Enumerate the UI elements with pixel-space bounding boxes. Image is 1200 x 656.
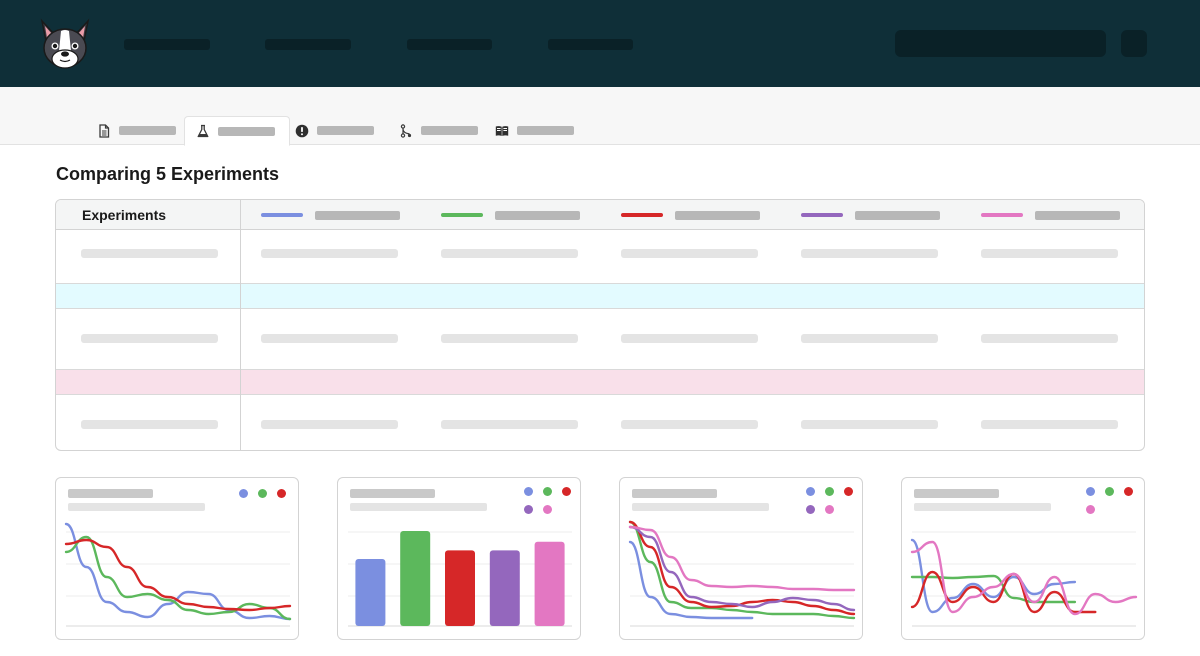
top-nav-bar: [0, 0, 1200, 87]
chart-card-2[interactable]: [337, 477, 581, 640]
page-title: Comparing 5 Experiments: [56, 164, 280, 184]
bar: [534, 541, 565, 626]
table-cell: [981, 249, 1118, 258]
branch-icon: [400, 123, 412, 138]
experiments-header-label: Experiments: [82, 207, 167, 223]
experiment-column-header-5[interactable]: [981, 210, 1120, 220]
experiment-name-2: [495, 210, 580, 220]
dog-logo-icon[interactable]: [36, 17, 94, 71]
table-cell: [621, 249, 758, 258]
table-cell: [81, 334, 218, 343]
experiment-name-3: [675, 210, 760, 220]
table-cell: [621, 420, 758, 429]
table-cell: [81, 420, 218, 429]
chart-card-4[interactable]: [901, 477, 1145, 640]
table-cell: [801, 334, 938, 343]
table-cell: [801, 420, 938, 429]
experiment-color-swatch-2: [441, 213, 483, 217]
bar: [445, 550, 475, 626]
table-cell: [261, 249, 398, 258]
user-menu-button[interactable]: [1121, 30, 1147, 57]
experiment-column-header-1[interactable]: [261, 210, 400, 220]
experiment-color-swatch-4: [801, 213, 843, 217]
chart-card-3[interactable]: [619, 477, 863, 640]
document-icon: [99, 123, 110, 138]
tab-experiments[interactable]: [184, 116, 290, 146]
table-cell: [621, 334, 758, 343]
highlight-row-pink[interactable]: [56, 369, 1144, 395]
line-chart: [910, 531, 1138, 627]
bar: [400, 530, 431, 626]
column-divider: [240, 200, 241, 450]
table-row[interactable]: [56, 230, 1144, 284]
experiment-name-1: [315, 210, 400, 220]
line-chart: [64, 522, 292, 627]
bar-chart: [348, 530, 572, 627]
nav-link-1[interactable]: [124, 39, 210, 50]
table-cell: [81, 249, 218, 258]
tab-strip: [0, 87, 1200, 146]
flask-icon: [197, 124, 209, 138]
tab-branches-label: [421, 126, 478, 135]
table-cell: [261, 334, 398, 343]
tab-experiments-label: [218, 126, 275, 136]
table-cell: [981, 420, 1118, 429]
table-row[interactable]: [56, 309, 1144, 370]
nav-link-3[interactable]: [407, 39, 492, 50]
table-row[interactable]: [56, 395, 1144, 450]
experiment-column-header-3[interactable]: [621, 210, 760, 220]
series-line: [628, 525, 856, 612]
tab-issues[interactable]: [284, 116, 384, 145]
table-cell: [441, 334, 578, 343]
table-cell: [801, 249, 938, 258]
table-cell: [441, 420, 578, 429]
search-input[interactable]: [895, 30, 1106, 57]
experiment-name-4: [855, 210, 940, 220]
tab-branches[interactable]: [388, 116, 488, 145]
line-chart: [628, 520, 856, 627]
bar: [355, 559, 386, 626]
book-icon: [495, 125, 509, 136]
bar: [489, 550, 520, 626]
table-cell: [441, 249, 578, 258]
tab-docs-label: [517, 126, 574, 135]
experiment-name-5: [1035, 210, 1120, 220]
comparison-table: Experiments: [55, 199, 1145, 451]
table-cell: [261, 420, 398, 429]
tab-issues-label: [317, 126, 374, 135]
experiment-column-header-4[interactable]: [801, 210, 940, 220]
nav-link-4[interactable]: [548, 39, 633, 50]
experiment-column-header-2[interactable]: [441, 210, 580, 220]
experiment-color-swatch-1: [261, 213, 303, 217]
highlight-row-cyan[interactable]: [56, 283, 1144, 309]
tab-overview[interactable]: [86, 116, 186, 145]
experiment-color-swatch-5: [981, 213, 1023, 217]
table-header: Experiments: [56, 200, 1144, 230]
series-line: [64, 538, 292, 612]
tab-overview-label: [119, 126, 176, 135]
experiment-color-swatch-3: [621, 213, 663, 217]
series-line: [64, 535, 292, 621]
alert-icon: [295, 124, 309, 137]
nav-link-2[interactable]: [265, 39, 351, 50]
tab-docs[interactable]: [484, 116, 584, 145]
table-cell: [981, 334, 1118, 343]
chart-card-1[interactable]: [55, 477, 299, 640]
